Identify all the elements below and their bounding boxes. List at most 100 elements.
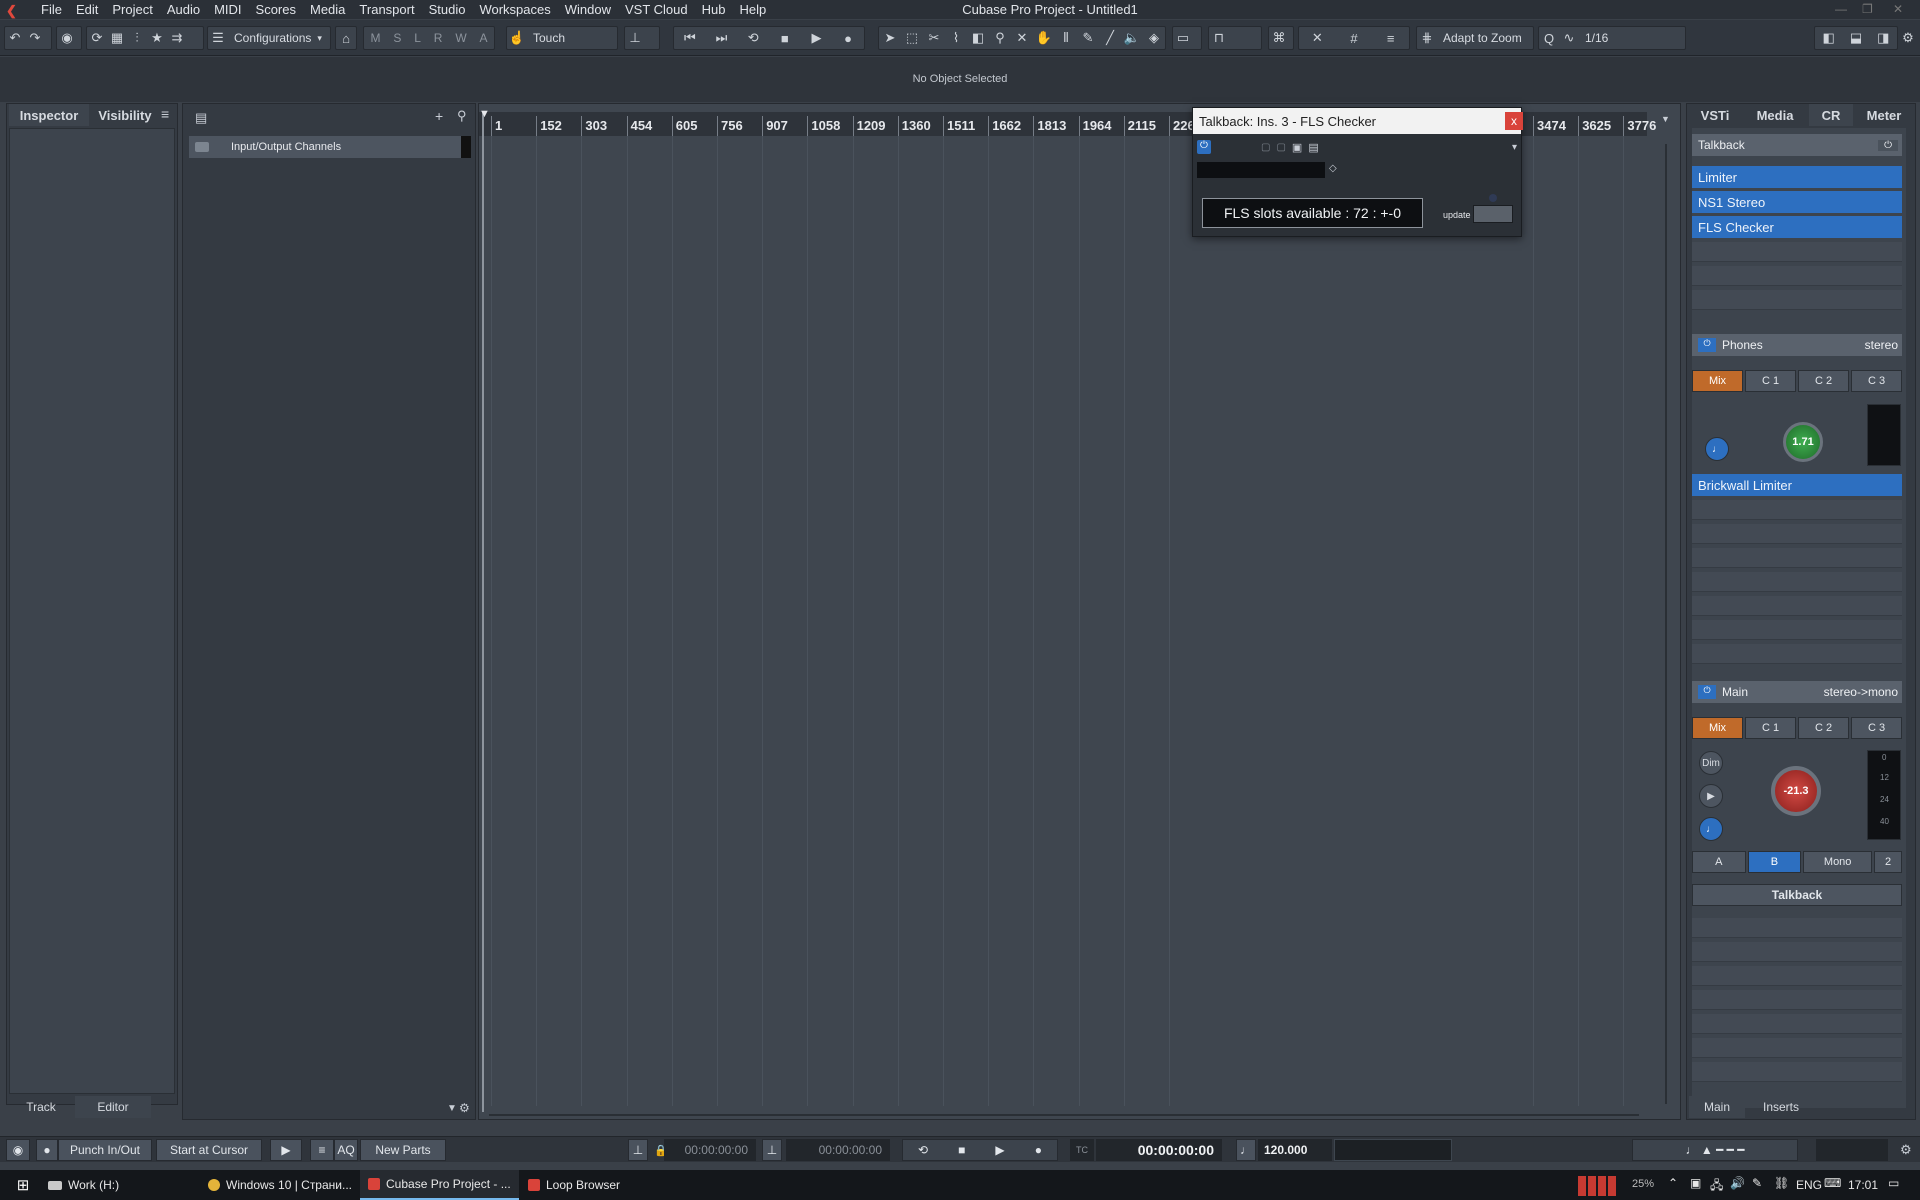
range-selection-icon[interactable]: ⬚ [902,28,922,48]
quantize-dropdown[interactable]: Q ∿ 1/16 [1538,26,1686,50]
stop-icon[interactable]: ■ [775,28,795,48]
menu-file[interactable]: File [34,2,69,17]
cycle-icon[interactable]: ⟲ [743,28,763,48]
split-icon[interactable]: ✂ [924,28,944,48]
menu-lines-icon[interactable]: ≡ [161,106,169,122]
compare-icon[interactable]: ▣ [1292,141,1302,154]
track-settings-icon[interactable]: ⚙ [459,1101,470,1115]
taskbar-item-cubase[interactable]: Cubase Pro Project - ... [360,1170,519,1200]
preset-browser-field[interactable] [1197,162,1325,178]
line-icon[interactable]: ╱ [1100,28,1120,48]
tab-vsti[interactable]: VSTi [1689,104,1741,126]
left-zone-icon[interactable]: ◧ [1819,28,1839,48]
tempo-display[interactable]: 120.000 [1258,1139,1332,1161]
constrain-delay-button[interactable]: ◉ [56,26,82,50]
insert-slot-empty[interactable] [1692,290,1902,310]
speaker-a-button[interactable]: A [1692,851,1746,873]
object-selection-icon[interactable]: ➤ [880,28,900,48]
phones-metronome-icon[interactable]: ♩ [1705,437,1729,461]
insert-slot-empty[interactable] [1692,548,1902,568]
tab-inspector[interactable]: Inspector [9,104,89,126]
grid-type-dropdown[interactable]: ⋕ Adapt to Zoom [1416,26,1534,50]
insert-slot-limiter[interactable]: Limiter [1692,166,1902,188]
phones-mix-button[interactable]: Mix [1692,370,1743,392]
insert-slot-empty[interactable] [1692,596,1902,616]
horizontal-scrollbar[interactable] [489,1114,1639,1116]
menu-workspaces[interactable]: Workspaces [472,2,557,17]
main-cue2-button[interactable]: C 2 [1798,717,1849,739]
speaker-b-button[interactable]: B [1747,851,1802,873]
phones-header[interactable]: ⏻ Phones stereo [1692,334,1902,356]
go-to-start-icon[interactable]: ⏮ [680,28,700,48]
menu-midi[interactable]: MIDI [207,2,248,17]
menu-hub[interactable]: Hub [695,2,733,17]
insert-slot-empty[interactable] [1692,500,1902,520]
insert-slot-empty[interactable] [1692,918,1902,938]
mono-button[interactable]: Mono [1803,851,1873,873]
search-icon[interactable]: ⚲ [457,108,467,124]
talkback-header[interactable]: Talkback ⏻ [1692,134,1902,156]
settings-gear-icon[interactable]: ⚙ [1898,28,1918,48]
hand-icon[interactable]: ✋ [1034,28,1054,48]
insert-slot-empty[interactable] [1692,942,1902,962]
notifications-icon[interactable]: ▭ [1888,1176,1899,1190]
ruler-options-icon[interactable]: ▼ [1661,114,1670,124]
tray-network-icon[interactable]: 🖧 [1710,1176,1723,1197]
power-icon[interactable]: ⏻ [1197,140,1211,154]
transport-record-icon[interactable]: ● [1035,1143,1042,1157]
timecode-format-button[interactable]: TC [1070,1139,1094,1161]
plugin-collapse-icon[interactable]: ▾ [1512,142,1517,153]
tab-track[interactable]: Track [9,1096,73,1118]
tray-link-icon[interactable]: ⛓ [1774,1176,1789,1190]
menu-vst-cloud[interactable]: VST Cloud [618,2,695,17]
left-locator-icon[interactable]: ⊥ [628,1139,648,1161]
minimize-icon[interactable]: — [1835,2,1847,16]
vertical-scrollbar[interactable] [1665,144,1667,1104]
zoom-icon[interactable]: ⚲ [990,28,1010,48]
tab-media[interactable]: Media [1743,104,1807,126]
menu-edit[interactable]: Edit [69,2,105,17]
new-parts-button[interactable]: New Parts [360,1139,446,1161]
timewarp-icon[interactable]: ⫴ [1056,28,1076,48]
color-icon[interactable]: ◈ [1144,28,1164,48]
phones-cue1-button[interactable]: C 1 [1745,370,1796,392]
grid-icon[interactable]: # [1344,28,1364,48]
insert-slot-fls-checker[interactable]: FLS Checker [1692,216,1902,238]
scroll-down-icon[interactable]: ▼ [447,1103,457,1114]
tray-keyboard-icon[interactable]: ⌨ [1824,1176,1841,1190]
track-list-menu-icon[interactable]: ▤ [195,110,207,126]
main-cue1-button[interactable]: C 1 [1745,717,1796,739]
nudge-dropdown[interactable]: ⊓ [1208,26,1262,50]
primary-time-display[interactable]: 00:00:00:00 [1096,1139,1222,1161]
listen-state-button[interactable]: L [414,31,421,45]
menu-audio[interactable]: Audio [160,2,207,17]
main-header[interactable]: ⏻ Main stereo->mono [1692,681,1902,703]
auto-scroll-button[interactable]: ⌘ [1268,26,1294,50]
punch-in-out-button[interactable]: Punch In/Out [58,1139,152,1161]
insert-slot-empty[interactable] [1692,1014,1902,1034]
transport-play-icon[interactable]: ▶ [995,1143,1004,1157]
grid-type-icon[interactable]: ≡ [1381,28,1401,48]
folder-track-row[interactable]: Input/Output Channels [189,136,471,158]
tab-cr-main[interactable]: Main [1689,1096,1745,1118]
camera-button[interactable]: ⌂ [335,26,357,50]
plugin-window-title[interactable]: Talkback: Ins. 3 - FLS Checker [1193,108,1521,134]
record-icon[interactable]: ● [838,28,858,48]
metronome-controls[interactable]: ♩ ▲ ━ ━ ━ [1632,1139,1798,1161]
tray-app-icon[interactable]: ▣ [1690,1176,1701,1190]
forward-icon[interactable]: ⇉ [167,28,187,48]
main-mix-button[interactable]: Mix [1692,717,1743,739]
lower-zone-icon[interactable]: ⬓ [1846,28,1866,48]
eraser-icon[interactable]: ◧ [968,28,988,48]
insert-slot-empty[interactable] [1692,572,1902,592]
automation-state-button[interactable]: A [480,31,488,45]
left-locator-display[interactable]: 00:00:00:00 [664,1139,756,1161]
right-locator-display[interactable]: 00:00:00:00 [786,1139,890,1161]
close-window-icon[interactable]: ✕ [1893,2,1903,16]
sync-icon[interactable]: ⟳ [87,28,107,48]
insert-slot-empty[interactable] [1692,266,1902,286]
write-icon[interactable]: ▢ [1276,142,1285,153]
insert-slot-empty[interactable] [1692,620,1902,640]
menu-help[interactable]: Help [733,2,774,17]
plugin-close-button[interactable]: x [1505,112,1523,130]
